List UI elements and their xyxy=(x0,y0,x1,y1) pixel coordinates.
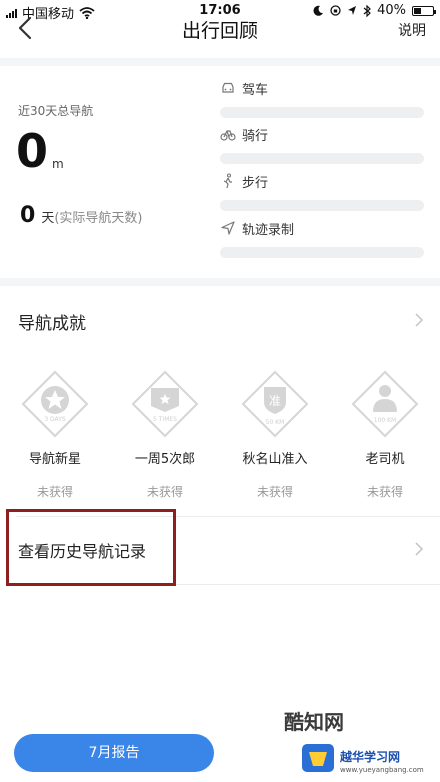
car-icon xyxy=(222,82,234,93)
badge-caption: 5 TIMES xyxy=(153,416,177,423)
badge-name: 导航新星 xyxy=(28,452,81,467)
shield-badge-icon: 准 50 KM xyxy=(241,370,309,438)
nav-bar: 出行回顾 说明 xyxy=(0,0,440,60)
mode-row-track: 轨迹录制 xyxy=(220,218,424,260)
section-divider xyxy=(0,278,440,286)
badge-status: 未获得 xyxy=(146,485,183,499)
badge-flag[interactable]: 5 TIMES 一周5次郎 未获得 xyxy=(125,368,205,500)
chevron-right-icon[interactable] xyxy=(413,311,425,329)
mode-label-drive: 驾车 xyxy=(242,82,269,98)
badge-status: 未获得 xyxy=(366,485,403,499)
achievements-title[interactable]: 导航成就 xyxy=(18,309,86,334)
days-unit: 天 xyxy=(41,211,55,226)
page-title: 出行回顾 xyxy=(181,20,258,42)
mode-row-walk: 步行 xyxy=(220,171,424,213)
badge-status: 未获得 xyxy=(36,485,73,499)
summary-label: 近30天总导航 xyxy=(18,104,94,118)
watermark-url: www.yueyangbang.com xyxy=(340,766,424,774)
badge-driver[interactable]: 100 KM 老司机 未获得 xyxy=(345,368,425,500)
back-chevron-icon[interactable] xyxy=(12,12,40,44)
mode-label-track: 轨迹录制 xyxy=(242,222,295,238)
location-arrow-icon xyxy=(221,221,235,235)
distance-unit: m xyxy=(52,157,64,171)
watermark-site-name: 越华学习网 xyxy=(340,750,401,764)
days-row: 0 天 (实际导航天数) xyxy=(20,203,142,228)
watermark-logo-icon xyxy=(302,744,334,772)
badge-caption: 100 KM xyxy=(374,417,396,424)
header-divider xyxy=(0,58,440,66)
flag-badge-icon: 5 TIMES xyxy=(131,370,199,438)
mode-label-bike: 骑行 xyxy=(242,128,269,144)
highlight-annotation xyxy=(6,509,176,586)
mode-progress-bar xyxy=(220,247,424,258)
mode-progress-bar xyxy=(220,107,424,118)
mode-label-walk: 步行 xyxy=(242,175,269,191)
driver-badge-icon: 100 KM xyxy=(351,370,419,438)
mode-progress-bar xyxy=(220,153,424,164)
badge-star[interactable]: 3 DAYS 导航新星 未获得 xyxy=(15,368,95,500)
bicycle-icon xyxy=(220,130,236,141)
badge-name: 老司机 xyxy=(365,452,405,467)
badge-status: 未获得 xyxy=(256,485,293,499)
distance-value: 0 xyxy=(16,124,49,178)
star-badge-icon: 3 DAYS xyxy=(21,370,89,438)
mode-row-bike: 骑行 xyxy=(220,124,424,166)
days-note: (实际导航天数) xyxy=(54,211,143,226)
watermark-brand: 酷知网 xyxy=(284,710,344,734)
mode-progress-bar xyxy=(220,200,424,211)
badge-caption: 3 DAYS xyxy=(44,416,66,423)
monthly-report-button[interactable]: 7月报告 xyxy=(14,734,214,772)
walk-icon xyxy=(223,173,232,189)
help-button[interactable]: 说明 xyxy=(398,20,426,40)
mode-row-drive: 驾车 xyxy=(220,78,424,120)
badge-name: 一周5次郎 xyxy=(134,452,196,467)
badge-caption: 50 KM xyxy=(266,419,285,426)
badge-name: 秋名山准入 xyxy=(242,452,308,467)
chevron-right-icon xyxy=(415,542,424,556)
badge-shield[interactable]: 准 50 KM 秋名山准入 未获得 xyxy=(235,368,315,500)
days-value: 0 xyxy=(20,203,36,228)
badge-glyph: 准 xyxy=(269,394,281,408)
